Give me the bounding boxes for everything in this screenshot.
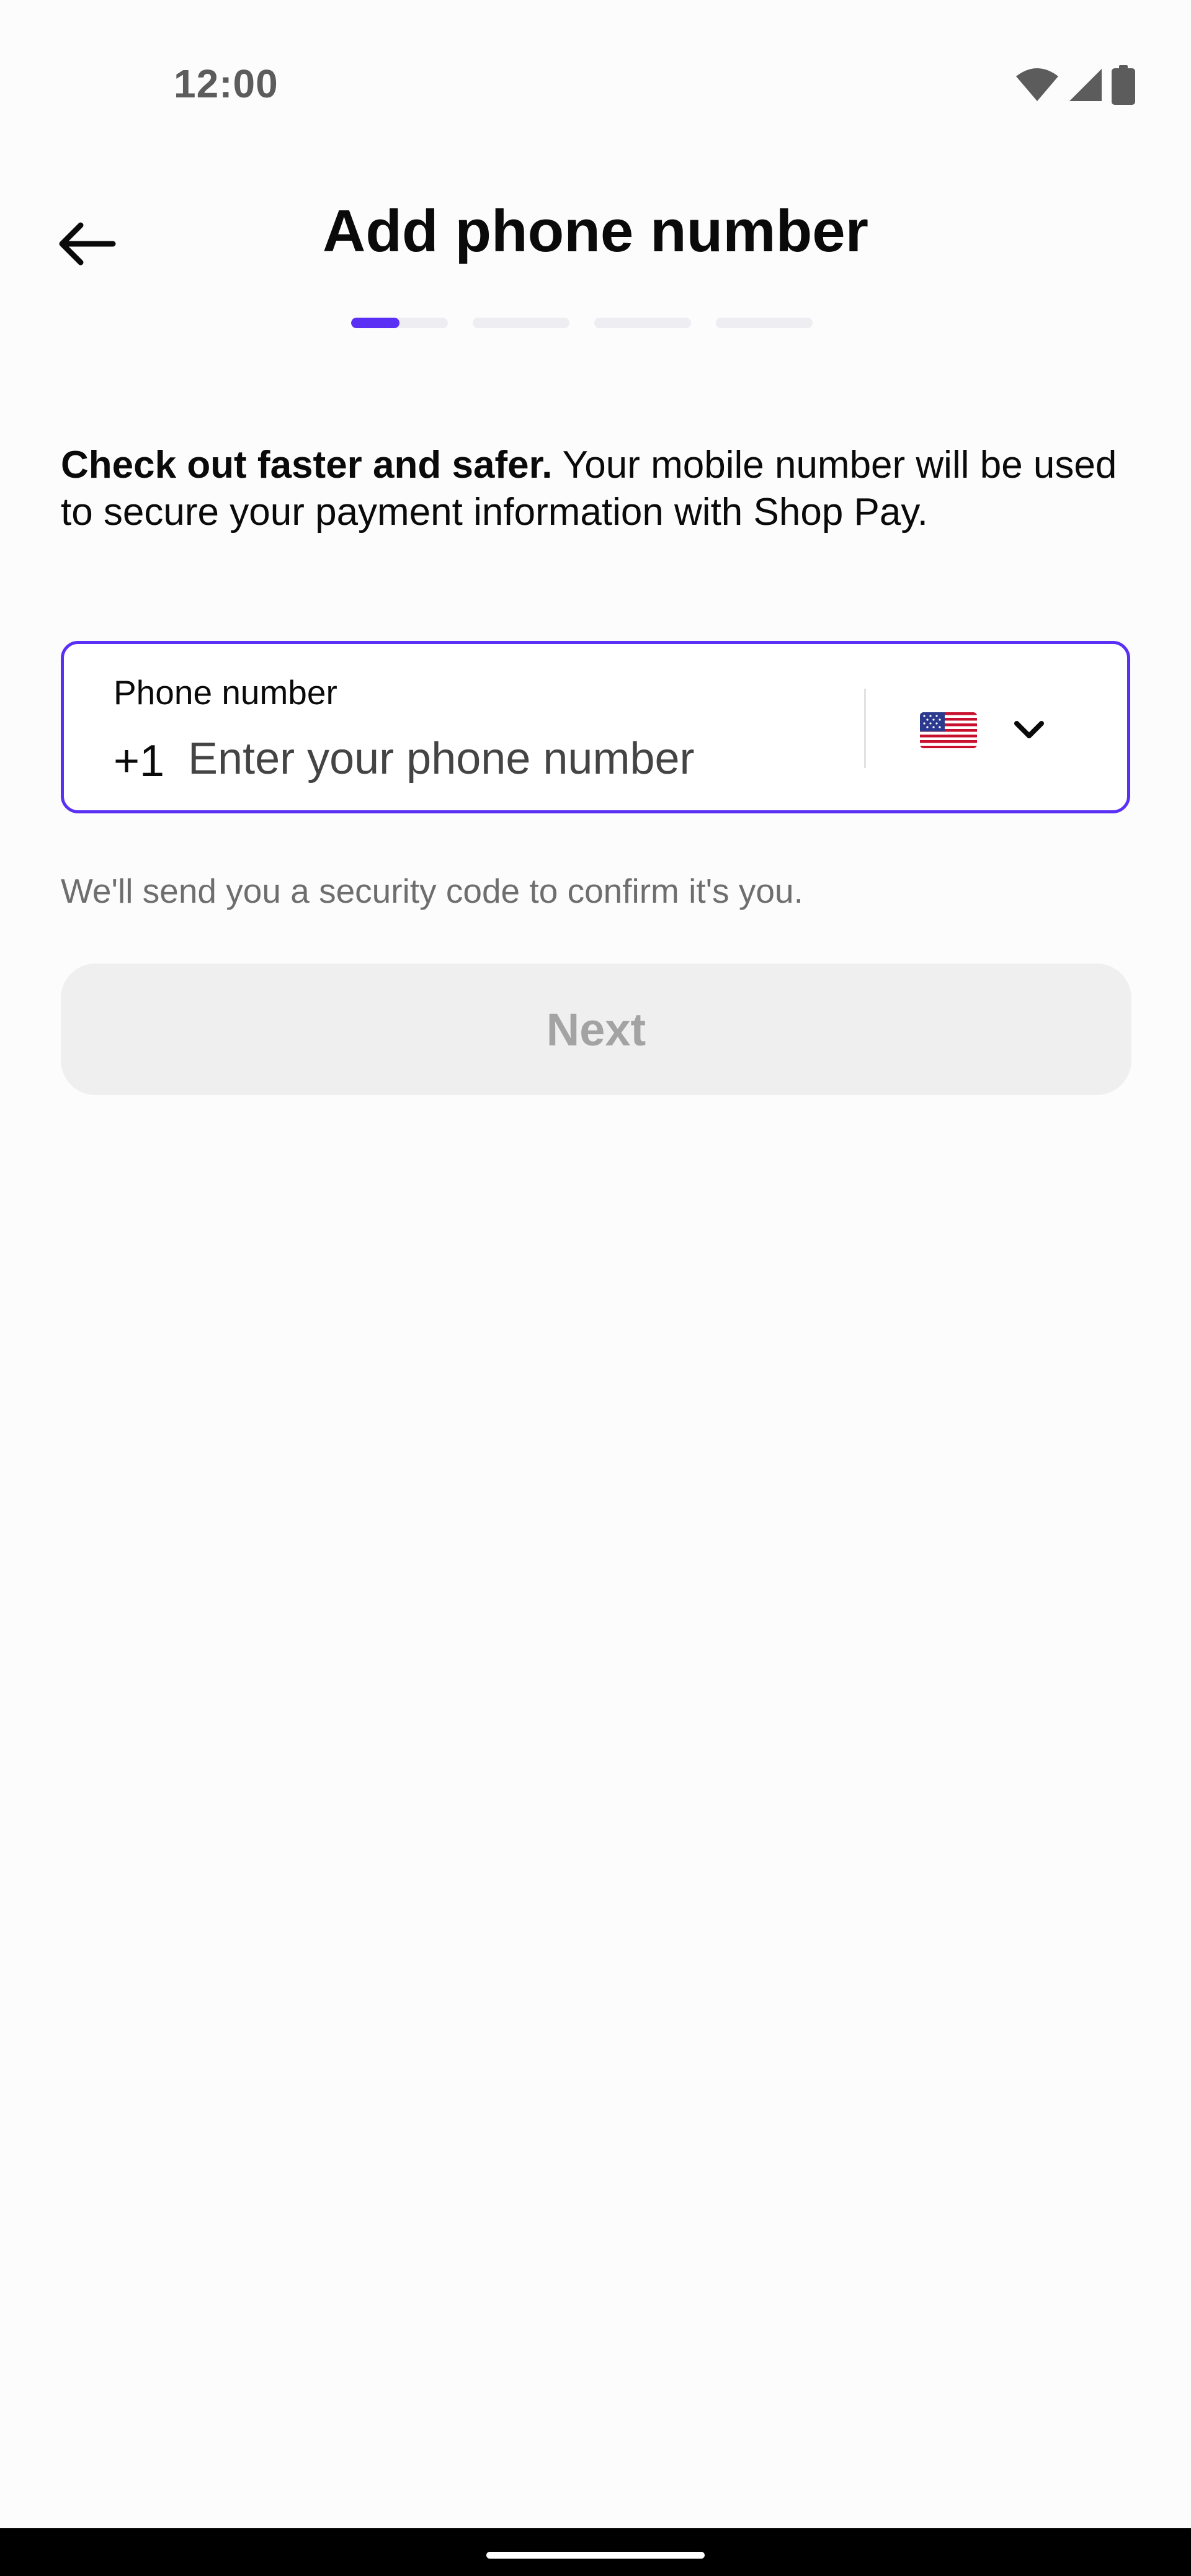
header: Add phone number	[0, 174, 1191, 298]
navigation-bar	[0, 2528, 1191, 2576]
phone-number-field[interactable]: Phone number +1	[61, 641, 1130, 813]
home-handle[interactable]	[486, 2552, 705, 2559]
phone-number-input[interactable]	[188, 731, 858, 787]
battery-icon	[1112, 65, 1135, 108]
progress-indicator	[351, 318, 813, 328]
dial-code: +1	[114, 736, 165, 786]
signal-icon	[1068, 68, 1103, 105]
phone-number-label: Phone number	[114, 673, 337, 712]
wifi-icon	[1015, 68, 1059, 105]
progress-step-4	[716, 318, 813, 328]
progress-step-1	[351, 318, 448, 328]
status-time: 12:00	[174, 61, 279, 106]
progress-step-fill	[351, 318, 399, 328]
intro-text: Check out faster and safer. Your mobile …	[61, 442, 1134, 536]
progress-step-3	[594, 318, 691, 328]
intro-bold-text: Check out faster and safer.	[61, 444, 553, 486]
next-button[interactable]: Next	[61, 964, 1131, 1095]
status-icons	[1015, 65, 1135, 108]
country-selector[interactable]	[889, 687, 1100, 768]
field-divider	[864, 689, 866, 768]
chevron-down-icon	[1010, 711, 1048, 751]
page-title: Add phone number	[323, 198, 868, 264]
us-flag-icon	[920, 712, 977, 748]
progress-step-2	[473, 318, 569, 328]
status-bar: 12:00	[0, 0, 1191, 143]
helper-text: We'll send you a security code to confir…	[61, 872, 803, 910]
